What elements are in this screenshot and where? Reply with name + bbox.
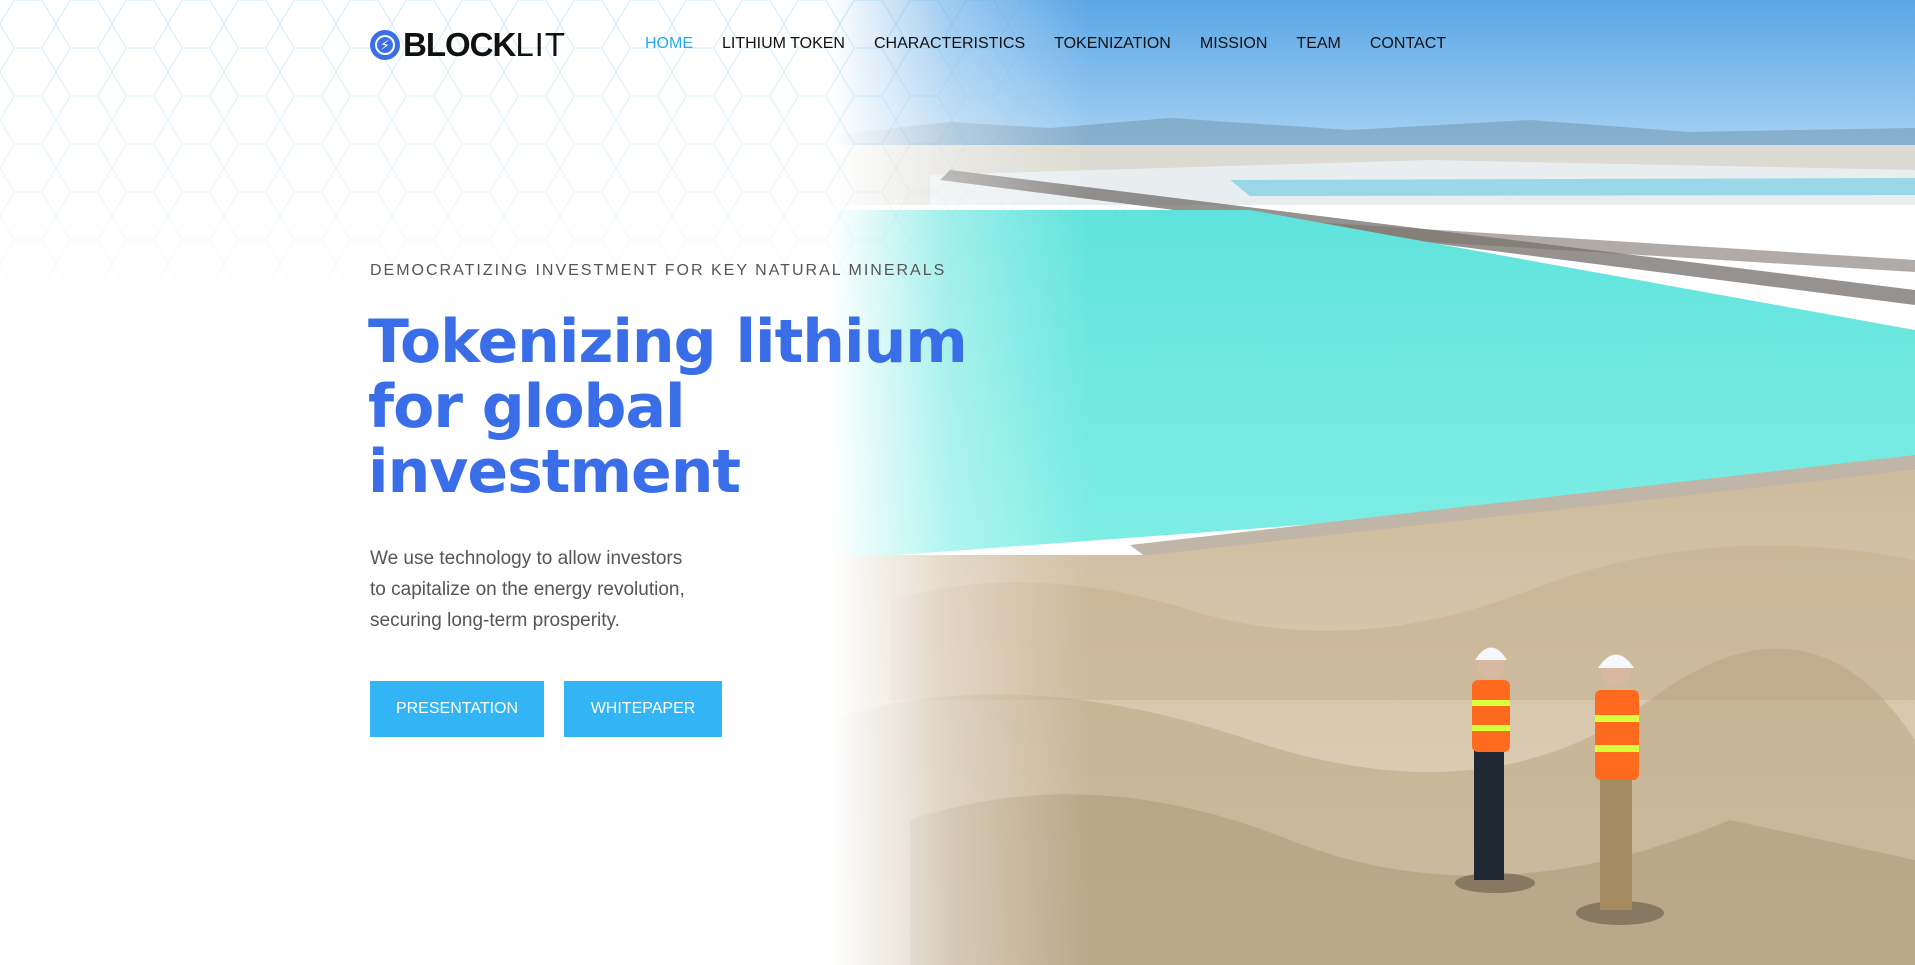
nav-item-lithium-token[interactable]: LITHIUM TOKEN	[722, 35, 845, 53]
hero-headline: Tokenizing lithium for global investment	[368, 310, 988, 505]
logo[interactable]: ⚡ BLOCK LIT	[370, 26, 567, 63]
logo-text-light: LIT	[515, 26, 567, 63]
nav-item-tokenization[interactable]: TOKENIZATION	[1054, 35, 1171, 53]
nav-item-home[interactable]: HOME	[645, 35, 693, 53]
hero-eyebrow: DEMOCRATIZING INVESTMENT FOR KEY NATURAL…	[370, 262, 947, 279]
nav-item-characteristics[interactable]: CHARACTERISTICS	[874, 35, 1025, 53]
main-nav: HOME LITHIUM TOKEN CHARACTERISTICS TOKEN…	[645, 35, 1475, 53]
lead-line-2: to capitalize on the energy revolution,	[370, 579, 685, 600]
lead-line-1: We use technology to allow investors	[370, 548, 683, 569]
headline-line-3: investment	[368, 437, 741, 507]
nav-item-mission[interactable]: MISSION	[1200, 35, 1268, 53]
lead-line-3: securing long-term prosperity.	[370, 610, 620, 631]
whitepaper-button[interactable]: WHITEPAPER	[564, 681, 722, 737]
nav-item-contact[interactable]: CONTACT	[1370, 35, 1446, 53]
hero-lead: We use technology to allow investors to …	[370, 543, 710, 636]
nav-item-team[interactable]: TEAM	[1296, 35, 1340, 53]
lightning-bolt-circle-icon: ⚡	[370, 30, 400, 60]
hero-image-lithium-ponds	[830, 0, 1915, 965]
headline-line-2: for global	[368, 372, 686, 442]
presentation-button[interactable]: PRESENTATION	[370, 681, 544, 737]
logo-text-bold: BLOCK	[403, 26, 516, 63]
headline-line-1: Tokenizing lithium	[368, 307, 968, 377]
